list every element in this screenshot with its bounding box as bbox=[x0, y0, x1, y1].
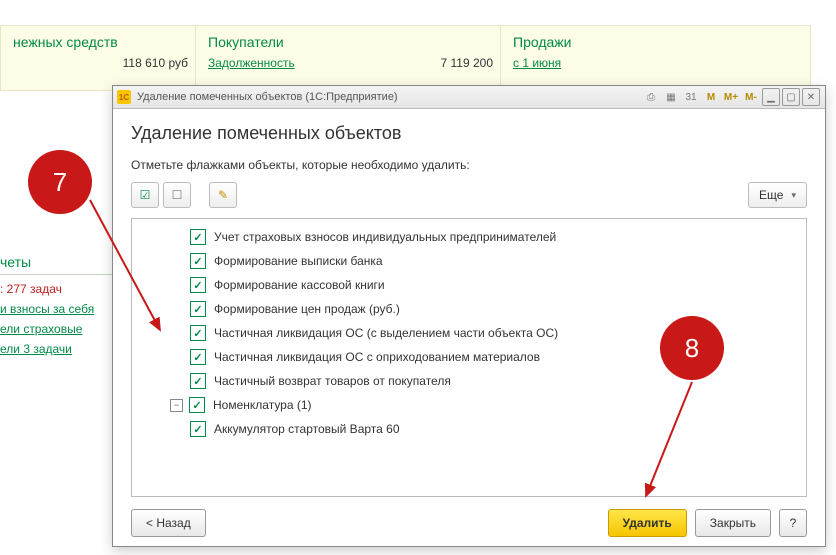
sidebar-item[interactable]: ели страховые bbox=[0, 319, 120, 339]
sidebar-tasks[interactable]: : 277 задач bbox=[0, 279, 120, 299]
m-minus-icon[interactable]: M- bbox=[742, 88, 760, 106]
checkbox[interactable] bbox=[189, 397, 205, 413]
checkbox[interactable] bbox=[190, 373, 206, 389]
delete-button[interactable]: Удалить bbox=[608, 509, 687, 537]
annotation-bubble-7: 7 bbox=[28, 150, 92, 214]
help-button[interactable]: ? bbox=[779, 509, 807, 537]
app-logo-icon: 1C bbox=[117, 90, 131, 104]
check-all-button[interactable]: ☑ bbox=[131, 182, 159, 208]
tree-label: Частичная ликвидация ОС с оприходованием… bbox=[214, 350, 540, 364]
toolbar: ☑ ☐ ✎ Еще bbox=[131, 182, 807, 208]
checkbox[interactable] bbox=[190, 229, 206, 245]
tree-row[interactable]: Аккумулятор стартовый Варта 60 bbox=[132, 417, 806, 441]
tree-row[interactable]: Формирование кассовой книги bbox=[132, 273, 806, 297]
card-link[interactable]: Задолженность bbox=[208, 56, 295, 70]
uncheck-all-button[interactable]: ☐ bbox=[163, 182, 191, 208]
card-title: Продажи bbox=[513, 34, 798, 50]
card-title: Покупатели bbox=[208, 34, 493, 50]
sidebar-item[interactable]: и взносы за себя bbox=[0, 299, 120, 319]
tree-label: Формирование кассовой книги bbox=[214, 278, 385, 292]
minimize-icon[interactable]: ▁ bbox=[762, 88, 780, 106]
sidebar-item[interactable]: ели 3 задачи bbox=[0, 339, 120, 359]
card-title: нежных средств bbox=[13, 34, 188, 50]
tree-row[interactable]: Формирование цен продаж (руб.) bbox=[132, 297, 806, 321]
dashboard-card: Покупатели Задолженность 7 119 200 bbox=[195, 25, 506, 91]
print-icon[interactable]: ⎙ bbox=[642, 88, 660, 106]
edit-button[interactable]: ✎ bbox=[209, 182, 237, 208]
dialog-footer: < Назад Удалить Закрыть ? bbox=[131, 497, 807, 537]
m-plus-icon[interactable]: M+ bbox=[722, 88, 740, 106]
tree-label: Частичный возврат товаров от покупателя bbox=[214, 374, 451, 388]
tree-label: Частичная ликвидация ОС (с выделением ча… bbox=[214, 326, 558, 340]
tree-row[interactable]: Формирование выписки банка bbox=[132, 249, 806, 273]
dashboard-card: Продажи с 1 июня bbox=[500, 25, 811, 91]
dialog-heading: Удаление помеченных объектов bbox=[131, 123, 807, 144]
card-value: 118 610 руб bbox=[123, 56, 188, 70]
checkbox[interactable] bbox=[190, 253, 206, 269]
card-link[interactable]: с 1 июня bbox=[513, 56, 561, 70]
maximize-icon[interactable]: ▢ bbox=[782, 88, 800, 106]
tree-label: Аккумулятор стартовый Варта 60 bbox=[214, 422, 400, 436]
annotation-bubble-8: 8 bbox=[660, 316, 724, 380]
card-value: 7 119 200 bbox=[441, 56, 494, 70]
checkbox[interactable] bbox=[190, 325, 206, 341]
tree-label: Формирование выписки банка bbox=[214, 254, 383, 268]
back-button[interactable]: < Назад bbox=[131, 509, 206, 537]
tree-row[interactable]: Учет страховых взносов индивидуальных пр… bbox=[132, 225, 806, 249]
more-button[interactable]: Еще bbox=[748, 182, 807, 208]
calc-icon[interactable]: ▦ bbox=[662, 88, 680, 106]
dashboard-card: нежных средств 118 610 руб bbox=[0, 25, 201, 91]
instruction-text: Отметьте флажками объекты, которые необх… bbox=[131, 158, 807, 172]
expander-icon[interactable]: − bbox=[170, 399, 183, 412]
sidebar-heading: четы bbox=[0, 250, 120, 275]
calendar-icon[interactable]: 31 bbox=[682, 88, 700, 106]
dialog-window: 1C Удаление помеченных объектов (1С:Пред… bbox=[112, 85, 826, 547]
close-button[interactable]: Закрыть bbox=[695, 509, 771, 537]
tree-label: Номенклатура (1) bbox=[213, 398, 312, 412]
close-icon[interactable]: ✕ bbox=[802, 88, 820, 106]
tree-row[interactable]: − Номенклатура (1) bbox=[132, 393, 806, 417]
window-title: Удаление помеченных объектов (1С:Предпри… bbox=[137, 91, 398, 103]
checkbox[interactable] bbox=[190, 301, 206, 317]
tree-label: Учет страховых взносов индивидуальных пр… bbox=[214, 230, 556, 244]
checkbox[interactable] bbox=[190, 277, 206, 293]
sidebar-panel: четы : 277 задач и взносы за себяели стр… bbox=[0, 250, 120, 359]
titlebar[interactable]: 1C Удаление помеченных объектов (1С:Пред… bbox=[113, 86, 825, 109]
m-icon[interactable]: M bbox=[702, 88, 720, 106]
tree-label: Формирование цен продаж (руб.) bbox=[214, 302, 400, 316]
checkbox[interactable] bbox=[190, 421, 206, 437]
checkbox[interactable] bbox=[190, 349, 206, 365]
